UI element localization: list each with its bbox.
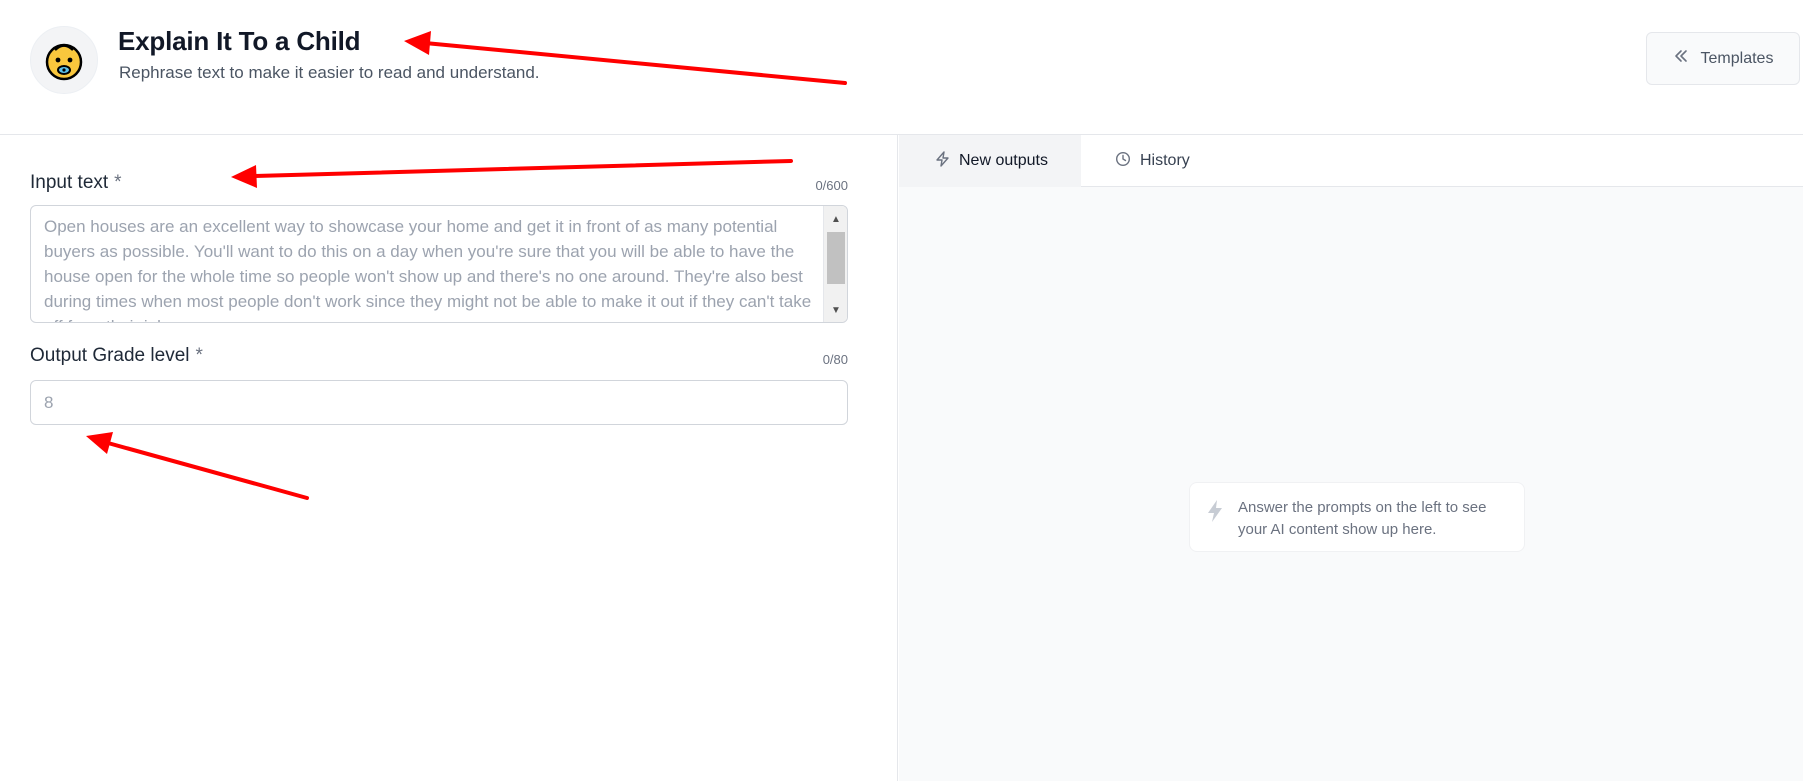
- double-chevron-left-icon: [1673, 48, 1689, 69]
- scroll-up-arrow-icon[interactable]: ▲: [824, 210, 847, 228]
- page-title: Explain It To a Child: [118, 26, 361, 56]
- lightning-icon: [1206, 497, 1224, 528]
- empty-state-text: Answer the prompts on the left to see yo…: [1238, 499, 1487, 538]
- required-marker: *: [195, 345, 203, 366]
- input-text-label-text: Input text: [30, 172, 109, 193]
- tab-history[interactable]: History: [1115, 135, 1190, 187]
- textarea-scrollbar[interactable]: ▲ ▼: [823, 206, 847, 322]
- grade-level-counter: 0/80: [822, 352, 848, 367]
- grade-level-label-text: Output Grade level: [30, 345, 190, 366]
- input-text-placeholder: Open houses are an excellent way to show…: [44, 217, 812, 322]
- form-panel: Input text * 0/600 Open houses are an exc…: [0, 135, 898, 781]
- lightning-icon: [935, 150, 950, 172]
- tab-new-outputs[interactable]: New outputs: [899, 135, 1081, 187]
- empty-state-card: Answer the prompts on the left to see yo…: [1189, 482, 1525, 552]
- scroll-thumb[interactable]: [827, 232, 845, 284]
- input-text-counter: 0/600: [815, 178, 848, 193]
- output-tabs: New outputs History: [899, 135, 1803, 187]
- grade-level-input[interactable]: [31, 381, 847, 424]
- baby-face-icon: [30, 26, 98, 94]
- clock-icon: [1115, 151, 1131, 172]
- input-text-label: Input text *: [30, 172, 122, 194]
- templates-button[interactable]: Templates: [1646, 32, 1800, 85]
- required-marker: *: [114, 172, 122, 193]
- grade-level-label: Output Grade level *: [30, 345, 203, 367]
- templates-label: Templates: [1700, 49, 1774, 67]
- page-header: Explain It To a Child Rephrase text to m…: [0, 0, 1803, 135]
- grade-level-field[interactable]: [30, 380, 848, 425]
- tab-new-outputs-label: New outputs: [959, 152, 1048, 169]
- input-text-area[interactable]: Open houses are an excellent way to show…: [30, 205, 848, 323]
- tab-history-label: History: [1140, 152, 1190, 169]
- page-subtitle: Rephrase text to make it easier to read …: [119, 63, 540, 82]
- scroll-down-arrow-icon[interactable]: ▼: [824, 301, 847, 319]
- output-panel: New outputs History Answer the prompts o…: [899, 135, 1803, 781]
